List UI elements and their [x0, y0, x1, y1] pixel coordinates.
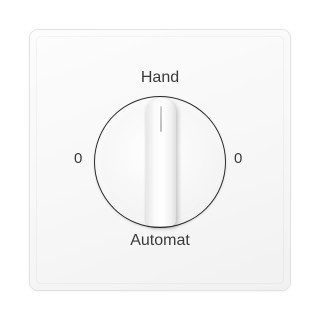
label-automat: Automat [130, 232, 190, 249]
label-hand: Hand [140, 69, 180, 86]
position-indicator-line [160, 106, 162, 132]
product-image: Hand 0 0 Automat [0, 0, 320, 320]
rotary-knob-handle[interactable] [146, 98, 176, 226]
label-zero-right: 0 [234, 150, 243, 167]
label-zero-left: 0 [74, 150, 83, 167]
